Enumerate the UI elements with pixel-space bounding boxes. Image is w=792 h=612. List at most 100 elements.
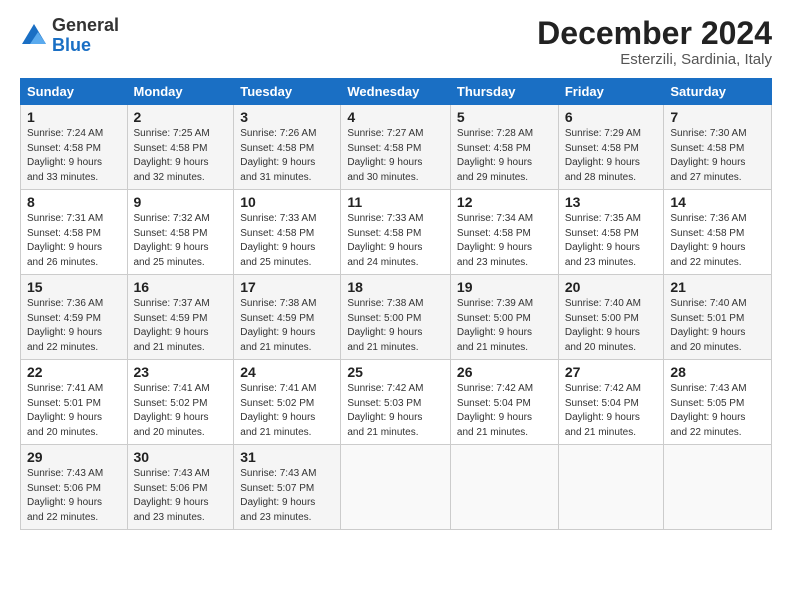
day-number: 2: [134, 109, 228, 125]
weekday-row: SundayMondayTuesdayWednesdayThursdayFrid…: [21, 79, 772, 105]
day-number: 23: [134, 364, 228, 380]
calendar-cell: 21Sunrise: 7:40 AM Sunset: 5:01 PM Dayli…: [664, 275, 772, 360]
calendar-cell: 23 Sunrise: 7:41 AM Sunset: 5:02 PM Dayli…: [127, 360, 234, 445]
day-number: 27: [565, 364, 658, 380]
calendar-cell: 14Sunrise: 7:36 AM Sunset: 4:58 PM Dayli…: [664, 190, 772, 275]
page: General Blue December 2024 Esterzili, Sa…: [0, 0, 792, 612]
day-number: 9: [134, 194, 228, 210]
day-number: 26: [457, 364, 552, 380]
day-number: 22: [27, 364, 121, 380]
header: General Blue December 2024 Esterzili, Sa…: [20, 16, 772, 68]
calendar-cell: 1Sunrise: 7:24 AM Sunset: 4:58 PM Daylig…: [21, 105, 128, 190]
calendar-cell: 13Sunrise: 7:35 AM Sunset: 4:58 PM Dayli…: [558, 190, 664, 275]
day-number: 5: [457, 109, 552, 125]
day-number: 31: [240, 449, 334, 465]
calendar-cell: [558, 445, 664, 530]
calendar-cell: 2 Sunrise: 7:25 AM Sunset: 4:58 PM Daylig…: [127, 105, 234, 190]
week-row-3: 15 Sunrise: 7:36 AM Sunset: 4:59 PM Dayli…: [21, 275, 772, 360]
day-info: Sunrise: 7:42 AM Sunset: 5:03 PM Dayligh…: [347, 382, 444, 440]
day-number: 15: [27, 279, 121, 295]
day-number: 7: [670, 109, 765, 125]
calendar-cell: 6 Sunrise: 7:29 AM Sunset: 4:58 PM Daylig…: [558, 105, 664, 190]
calendar-cell: 12Sunrise: 7:34 AM Sunset: 4:58 PM Dayli…: [450, 190, 558, 275]
week-row-4: 22Sunrise: 7:41 AM Sunset: 5:01 PM Dayli…: [21, 360, 772, 445]
calendar-cell: 26 Sunrise: 7:42 AM Sunset: 5:04 PM Dayli…: [450, 360, 558, 445]
calendar-cell: 4 Sunrise: 7:27 AM Sunset: 4:58 PM Daylig…: [341, 105, 451, 190]
calendar-cell: 7Sunrise: 7:30 AM Sunset: 4:58 PM Daylig…: [664, 105, 772, 190]
day-number: 30: [134, 449, 228, 465]
calendar-cell: 17 Sunrise: 7:38 AM Sunset: 4:59 PM Dayli…: [234, 275, 341, 360]
day-info: Sunrise: 7:38 AM Sunset: 4:59 PM Dayligh…: [240, 297, 334, 355]
calendar-cell: [341, 445, 451, 530]
calendar-cell: [664, 445, 772, 530]
day-number: 10: [240, 194, 334, 210]
calendar-cell: 3 Sunrise: 7:26 AM Sunset: 4:58 PM Daylig…: [234, 105, 341, 190]
calendar: SundayMondayTuesdayWednesdayThursdayFrid…: [20, 78, 772, 530]
logo: General Blue: [20, 16, 119, 56]
day-info: Sunrise: 7:41 AM Sunset: 5:02 PM Dayligh…: [240, 382, 334, 440]
day-info: Sunrise: 7:35 AM Sunset: 4:58 PM Dayligh…: [565, 212, 658, 270]
calendar-cell: 30 Sunrise: 7:43 AM Sunset: 5:06 PM Dayli…: [127, 445, 234, 530]
day-number: 20: [565, 279, 658, 295]
weekday-friday: Friday: [558, 79, 664, 105]
day-number: 3: [240, 109, 334, 125]
day-number: 19: [457, 279, 552, 295]
day-info: Sunrise: 7:42 AM Sunset: 5:04 PM Dayligh…: [565, 382, 658, 440]
day-info: Sunrise: 7:33 AM Sunset: 4:58 PM Dayligh…: [240, 212, 334, 270]
day-info: Sunrise: 7:43 AM Sunset: 5:07 PM Dayligh…: [240, 467, 334, 525]
calendar-cell: 22Sunrise: 7:41 AM Sunset: 5:01 PM Dayli…: [21, 360, 128, 445]
day-number: 4: [347, 109, 444, 125]
day-info: Sunrise: 7:29 AM Sunset: 4:58 PM Dayligh…: [565, 127, 658, 185]
day-number: 29: [27, 449, 121, 465]
weekday-thursday: Thursday: [450, 79, 558, 105]
day-number: 18: [347, 279, 444, 295]
day-info: Sunrise: 7:36 AM Sunset: 4:59 PM Dayligh…: [27, 297, 121, 355]
day-info: Sunrise: 7:37 AM Sunset: 4:59 PM Dayligh…: [134, 297, 228, 355]
day-number: 11: [347, 194, 444, 210]
calendar-cell: 25Sunrise: 7:42 AM Sunset: 5:03 PM Dayli…: [341, 360, 451, 445]
weekday-tuesday: Tuesday: [234, 79, 341, 105]
day-info: Sunrise: 7:40 AM Sunset: 5:00 PM Dayligh…: [565, 297, 658, 355]
day-info: Sunrise: 7:28 AM Sunset: 4:58 PM Dayligh…: [457, 127, 552, 185]
day-number: 28: [670, 364, 765, 380]
day-number: 8: [27, 194, 121, 210]
day-number: 16: [134, 279, 228, 295]
day-info: Sunrise: 7:39 AM Sunset: 5:00 PM Dayligh…: [457, 297, 552, 355]
day-number: 1: [27, 109, 121, 125]
weekday-sunday: Sunday: [21, 79, 128, 105]
day-info: Sunrise: 7:41 AM Sunset: 5:02 PM Dayligh…: [134, 382, 228, 440]
month-title: December 2024: [537, 16, 772, 51]
day-number: 17: [240, 279, 334, 295]
week-row-5: 29 Sunrise: 7:43 AM Sunset: 5:06 PM Dayli…: [21, 445, 772, 530]
calendar-cell: 19 Sunrise: 7:39 AM Sunset: 5:00 PM Dayli…: [450, 275, 558, 360]
day-number: 12: [457, 194, 552, 210]
weekday-saturday: Saturday: [664, 79, 772, 105]
calendar-cell: 18 Sunrise: 7:38 AM Sunset: 5:00 PM Dayli…: [341, 275, 451, 360]
logo-text: General Blue: [52, 16, 119, 56]
week-row-1: 1Sunrise: 7:24 AM Sunset: 4:58 PM Daylig…: [21, 105, 772, 190]
day-number: 14: [670, 194, 765, 210]
day-info: Sunrise: 7:43 AM Sunset: 5:06 PM Dayligh…: [134, 467, 228, 525]
day-info: Sunrise: 7:42 AM Sunset: 5:04 PM Dayligh…: [457, 382, 552, 440]
day-info: Sunrise: 7:26 AM Sunset: 4:58 PM Dayligh…: [240, 127, 334, 185]
day-number: 6: [565, 109, 658, 125]
day-info: Sunrise: 7:27 AM Sunset: 4:58 PM Dayligh…: [347, 127, 444, 185]
calendar-cell: 31 Sunrise: 7:43 AM Sunset: 5:07 PM Dayli…: [234, 445, 341, 530]
day-info: Sunrise: 7:40 AM Sunset: 5:01 PM Dayligh…: [670, 297, 765, 355]
week-row-2: 8Sunrise: 7:31 AM Sunset: 4:58 PM Daylig…: [21, 190, 772, 275]
calendar-cell: 28Sunrise: 7:43 AM Sunset: 5:05 PM Dayli…: [664, 360, 772, 445]
calendar-header: SundayMondayTuesdayWednesdayThursdayFrid…: [21, 79, 772, 105]
weekday-wednesday: Wednesday: [341, 79, 451, 105]
calendar-cell: 15 Sunrise: 7:36 AM Sunset: 4:59 PM Dayli…: [21, 275, 128, 360]
calendar-cell: 16 Sunrise: 7:37 AM Sunset: 4:59 PM Dayli…: [127, 275, 234, 360]
calendar-cell: 9Sunrise: 7:32 AM Sunset: 4:58 PM Daylig…: [127, 190, 234, 275]
calendar-cell: [450, 445, 558, 530]
calendar-cell: 20 Sunrise: 7:40 AM Sunset: 5:00 PM Dayli…: [558, 275, 664, 360]
calendar-cell: 10 Sunrise: 7:33 AM Sunset: 4:58 PM Dayli…: [234, 190, 341, 275]
calendar-cell: 8Sunrise: 7:31 AM Sunset: 4:58 PM Daylig…: [21, 190, 128, 275]
day-info: Sunrise: 7:38 AM Sunset: 5:00 PM Dayligh…: [347, 297, 444, 355]
day-number: 24: [240, 364, 334, 380]
day-info: Sunrise: 7:25 AM Sunset: 4:58 PM Dayligh…: [134, 127, 228, 185]
calendar-cell: 24 Sunrise: 7:41 AM Sunset: 5:02 PM Dayli…: [234, 360, 341, 445]
weekday-monday: Monday: [127, 79, 234, 105]
